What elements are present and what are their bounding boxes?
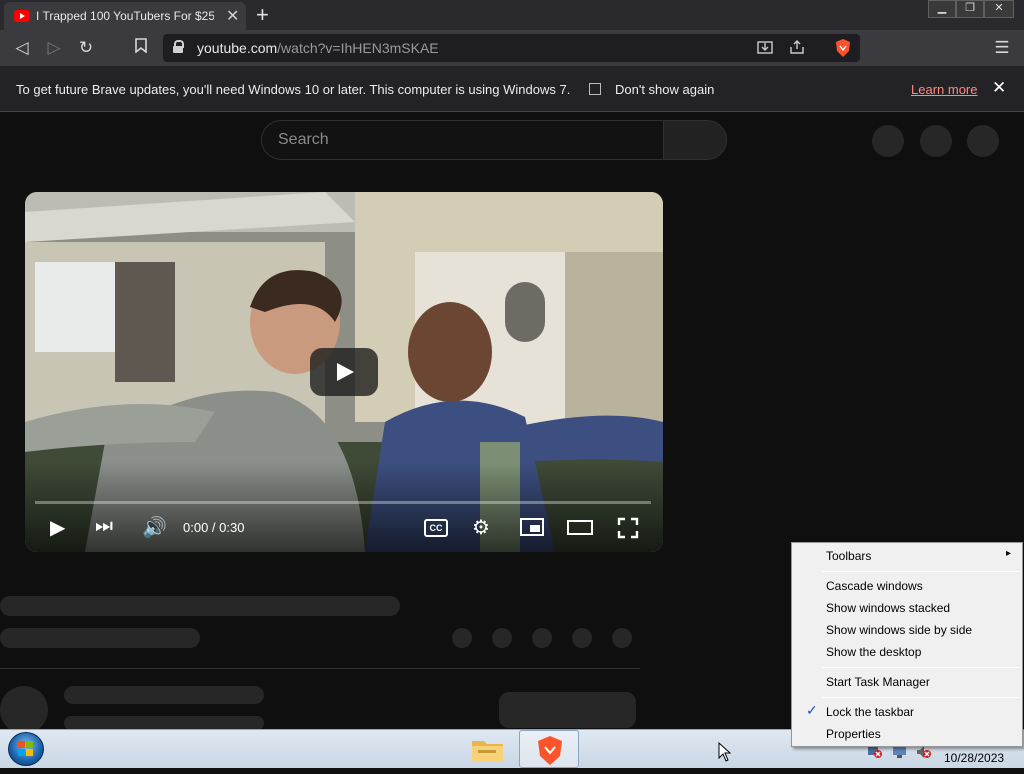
settings-icon[interactable]: ⚙ [472, 515, 490, 540]
menu-icon[interactable]: ☰ [991, 38, 1013, 58]
action-skeleton [612, 628, 632, 648]
dont-show-checkbox[interactable] [589, 83, 601, 95]
theater-mode-icon[interactable] [567, 520, 593, 535]
subtitle-skeleton [0, 628, 200, 648]
bookmark-icon[interactable] [130, 38, 152, 58]
menu-item-task-manager[interactable]: Start Task Manager [826, 675, 930, 689]
url-path: /watch?v=IhHEN3mSKAE [277, 40, 439, 56]
address-bar[interactable]: youtube.com/watch?v=IhHEN3mSKAE [163, 34, 860, 62]
share-icon[interactable] [789, 39, 805, 60]
channel-name-skeleton [64, 686, 264, 704]
window-minimize-button[interactable]: ▁ [928, 0, 956, 18]
menu-item-side-by-side[interactable]: Show windows side by side [826, 623, 972, 637]
menu-item-cascade[interactable]: Cascade windows [826, 579, 923, 593]
url-host: youtube.com [197, 40, 278, 56]
fullscreen-icon[interactable] [617, 517, 639, 544]
start-button[interactable] [8, 732, 44, 766]
brave-taskbar-icon[interactable] [519, 730, 579, 768]
infobar-message: To get future Brave updates, you'll need… [16, 82, 571, 97]
title-skeleton [0, 596, 400, 616]
channel-subs-skeleton [64, 716, 264, 730]
create-icon[interactable] [872, 125, 904, 157]
learn-more-link[interactable]: Learn more [911, 82, 977, 97]
volume-icon[interactable]: 🔊 [142, 515, 167, 540]
search-input[interactable]: Search [261, 120, 664, 160]
youtube-favicon-icon [14, 10, 30, 22]
menu-item-stacked[interactable]: Show windows stacked [826, 601, 950, 615]
back-icon[interactable]: ◁ [11, 38, 33, 58]
notifications-icon[interactable] [920, 125, 952, 157]
tab-title: I Trapped 100 YouTubers For $25, [36, 9, 214, 23]
browser-tab[interactable]: I Trapped 100 YouTubers For $25, ✕ [4, 2, 246, 30]
brave-shields-icon[interactable] [834, 38, 852, 63]
miniplayer-icon[interactable] [520, 518, 544, 536]
network-error-icon[interactable] [867, 745, 883, 764]
menu-separator [822, 571, 1020, 572]
captions-icon[interactable]: CC [424, 519, 448, 537]
action-skeleton [452, 628, 472, 648]
action-skeleton [572, 628, 592, 648]
infobar-close-icon[interactable]: ✕ [992, 78, 1006, 98]
menu-separator [822, 697, 1020, 698]
channel-avatar-skeleton [0, 686, 48, 734]
browser-toolbar: ◁ ▷ ↻ youtube.com/watch?v=IhHEN3mSKAE ☰ [0, 30, 1024, 66]
display-icon[interactable] [892, 745, 908, 764]
progress-bar[interactable] [35, 501, 651, 504]
checkmark-icon: ✓ [806, 702, 818, 718]
file-explorer-taskbar-icon[interactable] [466, 733, 510, 767]
menu-separator [822, 667, 1020, 668]
avatar[interactable] [967, 125, 999, 157]
next-icon[interactable]: ⏭ [95, 515, 113, 538]
large-play-button[interactable] [310, 348, 378, 396]
update-infobar: To get future Brave updates, you'll need… [0, 66, 1024, 112]
search-button[interactable] [663, 120, 727, 160]
divider [0, 668, 640, 669]
window-restore-button[interactable]: ❐ [956, 0, 984, 18]
lock-icon [173, 40, 184, 53]
forward-icon[interactable]: ▷ [43, 38, 65, 58]
taskbar-date[interactable]: 10/28/2023 [944, 751, 1004, 765]
menu-item-properties[interactable]: Properties [826, 727, 881, 741]
menu-item-toolbars[interactable]: Toolbars [826, 549, 871, 563]
install-app-icon[interactable] [757, 39, 773, 60]
tab-close-icon[interactable]: ✕ [226, 6, 239, 26]
new-tab-button[interactable]: + [256, 2, 269, 28]
url-text[interactable]: youtube.com/watch?v=IhHEN3mSKAE [197, 40, 439, 56]
reload-icon[interactable]: ↻ [75, 38, 97, 58]
volume-muted-icon[interactable] [916, 745, 932, 764]
time-display: 0:00 / 0:30 [183, 520, 245, 535]
subscribe-skeleton [499, 692, 636, 728]
action-skeleton [492, 628, 512, 648]
submenu-arrow-icon: ▸ [1006, 548, 1012, 559]
play-icon[interactable]: ▶ [50, 515, 65, 540]
menu-item-show-desktop[interactable]: Show the desktop [826, 645, 921, 659]
action-skeleton [532, 628, 552, 648]
taskbar-context-menu: Toolbars ▸ Cascade windows Show windows … [791, 542, 1023, 747]
dont-show-label[interactable]: Don't show again [615, 82, 714, 97]
mouse-cursor-icon [718, 741, 732, 767]
window-close-button[interactable]: ✕ [984, 0, 1014, 18]
menu-item-lock-taskbar[interactable]: Lock the taskbar [826, 705, 914, 719]
